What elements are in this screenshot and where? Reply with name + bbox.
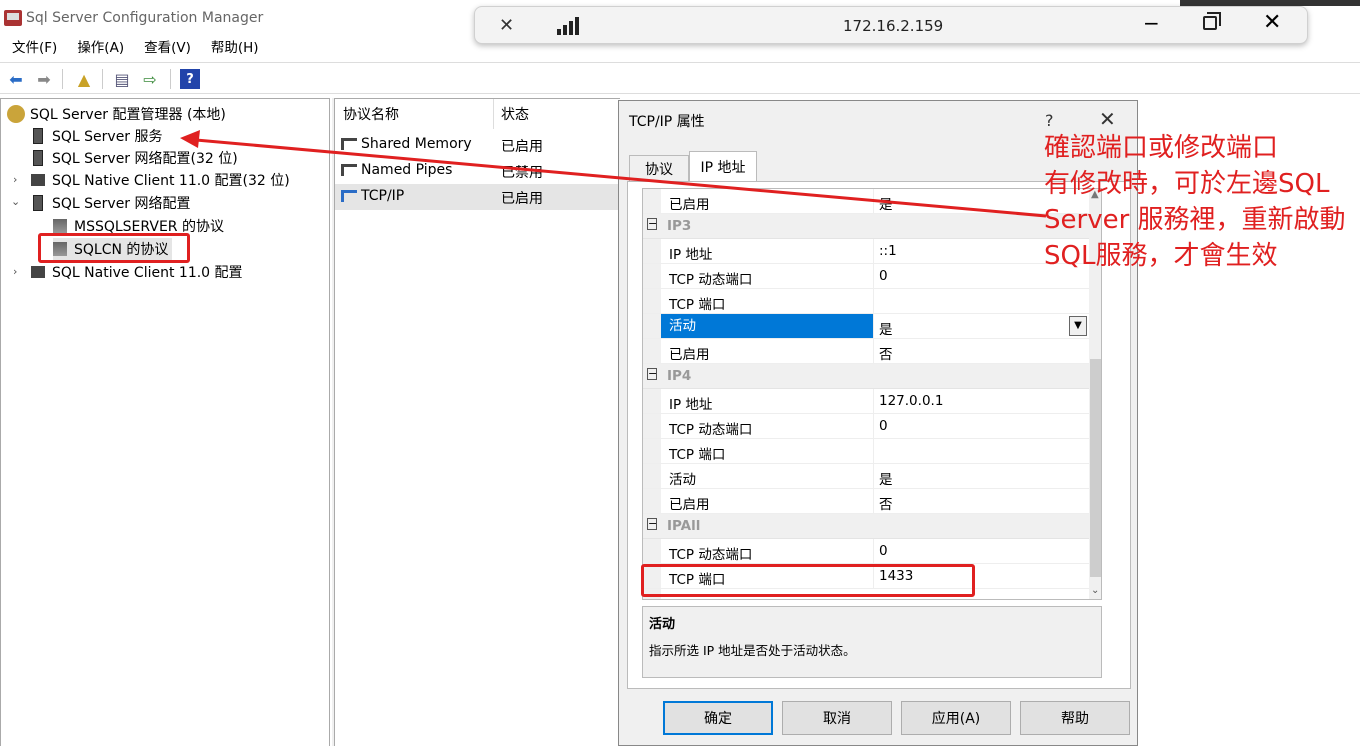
annotation-line: 有修改時，可於左邊SQL (1044, 169, 1330, 199)
tab-ip-addresses[interactable]: IP 地址 (689, 151, 757, 181)
annotation-line: 確認端口或修改端口 (1044, 133, 1279, 163)
annotation-line: Server 服務裡，重新啟動 (1044, 205, 1346, 235)
annotation-arrow (180, 130, 1047, 218)
annotation-line: SQL服務，才會生效 (1044, 241, 1278, 271)
annotation-text: 確認端口或修改端口 有修改時，可於左邊SQL Server 服務裡，重新啟動 S… (1044, 130, 1346, 274)
